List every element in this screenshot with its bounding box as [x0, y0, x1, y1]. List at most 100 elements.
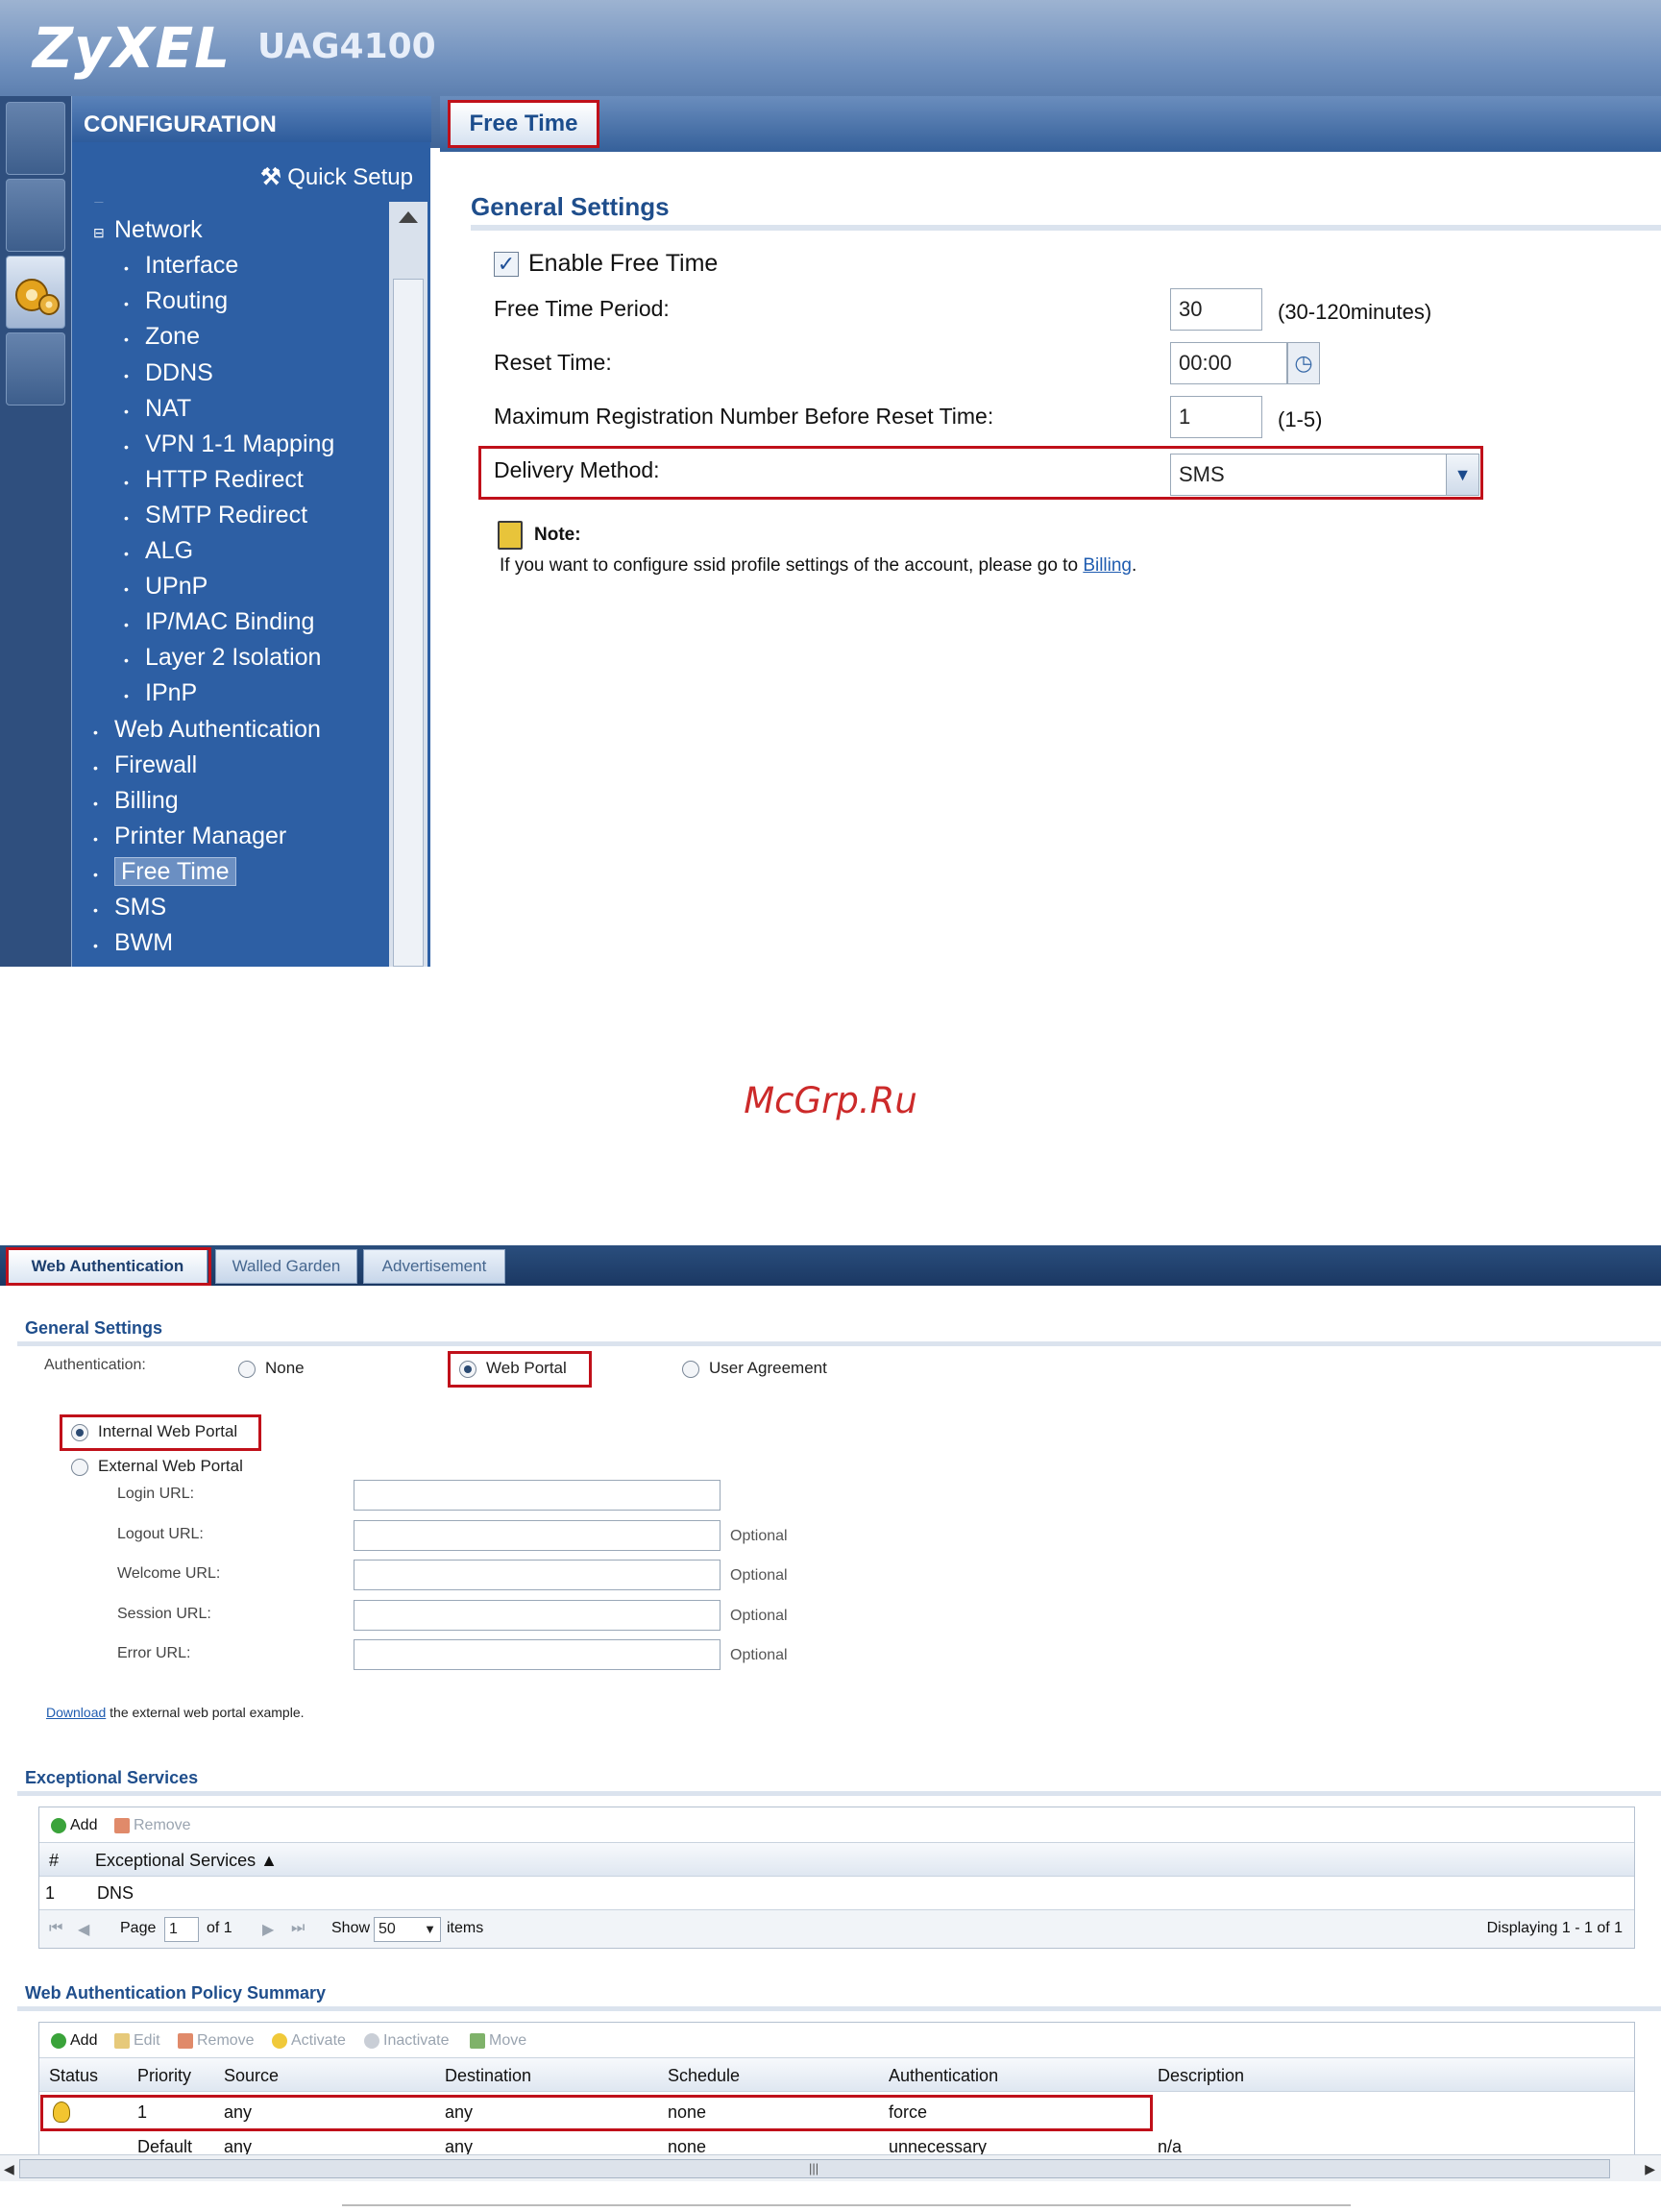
sidebar-item-firewall[interactable]: • Firewall [93, 751, 197, 784]
enable-free-time-row[interactable]: ✓ Enable Free Time [494, 250, 718, 278]
tab-advertisement[interactable]: Advertisement [363, 1249, 505, 1284]
radio-none[interactable] [238, 1360, 256, 1378]
url-input[interactable] [354, 1639, 721, 1670]
sidebar-item-wireless[interactable]: ⊞Wireless [93, 202, 207, 213]
sidebar-item-label: Network [114, 216, 203, 244]
policy-edit-label: Edit [134, 2032, 160, 2049]
auth-option-none[interactable]: None [238, 1359, 305, 1378]
dashboard-icon[interactable] [6, 102, 65, 175]
max-registration-input[interactable]: 1 [1170, 396, 1262, 438]
free-time-period-hint: (30-120minutes) [1278, 300, 1432, 324]
quick-setup-link[interactable]: ⚒ Quick Setup [260, 163, 413, 191]
download-link[interactable]: Download [46, 1705, 106, 1720]
scroll-left-icon[interactable]: ◀ [4, 2161, 14, 2177]
scroll-right-icon[interactable]: ▶ [1645, 2161, 1655, 2177]
last-page-icon[interactable]: ⏭ [291, 1920, 305, 1937]
sidebar-item-printer-manager[interactable]: • Printer Manager [93, 823, 286, 855]
sidebar-item-free-time[interactable]: • Free Time [93, 856, 236, 891]
radio-internal-portal[interactable] [71, 1423, 88, 1441]
sidebar-item-label: NAT [145, 394, 192, 422]
auth-option-user-agreement-label: User Agreement [709, 1359, 827, 1377]
policy-activate-button[interactable]: Activate [272, 2032, 346, 2050]
col-source[interactable]: Source [224, 2066, 279, 2086]
sidebar-item-http-redirect[interactable]: • HTTP Redirect [124, 466, 304, 499]
sidebar-item-upnp[interactable]: • UPnP [124, 573, 208, 605]
tab-free-time[interactable]: Free Time [448, 100, 599, 148]
col-schedule[interactable]: Schedule [668, 2066, 740, 2086]
sidebar-item-vpn-1-1-mapping[interactable]: • VPN 1-1 Mapping [124, 430, 334, 463]
configuration-gear-icon[interactable] [6, 256, 65, 329]
col-exceptional-services[interactable]: Exceptional Services ▲ [95, 1851, 278, 1871]
url-input[interactable] [354, 1519, 721, 1551]
sidebar-item-zone[interactable]: • Zone [124, 323, 200, 356]
first-page-icon[interactable]: ⏮ [49, 1920, 62, 1937]
section-divider [17, 1341, 1661, 1346]
scroll-thumb[interactable] [393, 279, 424, 967]
section-divider [471, 225, 1661, 231]
auth-option-user-agreement[interactable]: User Agreement [682, 1359, 827, 1378]
prev-page-icon[interactable]: ◀ [78, 1920, 89, 1939]
col-description[interactable]: Description [1158, 2066, 1244, 2086]
sidebar-item-billing[interactable]: • Billing [93, 787, 179, 820]
sidebar-item-ddns[interactable]: • DDNS [124, 359, 213, 392]
auth-option-web-portal[interactable]: Web Portal [459, 1359, 567, 1378]
sidebar-item-routing[interactable]: • Routing [124, 287, 228, 320]
sidebar-item-web-authentication[interactable]: • Web Authentication [93, 716, 321, 749]
policy-inactivate-button[interactable]: Inactivate [364, 2032, 449, 2050]
radio-external-portal[interactable] [71, 1458, 88, 1476]
policy-inactivate-label: Inactivate [383, 2032, 450, 2049]
section-title-general-settings: General Settings [25, 1318, 163, 1338]
horizontal-scrollbar[interactable]: ◀ ||| ▶ [0, 2154, 1661, 2181]
col-status[interactable]: Status [49, 2066, 98, 2086]
enable-free-time-checkbox[interactable]: ✓ [494, 252, 519, 278]
sidebar-item-network[interactable]: ⊟ Network [93, 216, 203, 249]
table-row[interactable]: 1 DNS [39, 1877, 1634, 1909]
policy-edit-button[interactable]: Edit [114, 2032, 160, 2050]
col-destination[interactable]: Destination [445, 2066, 531, 2086]
free-time-period-input[interactable]: 30 [1170, 288, 1262, 331]
policy-remove-button[interactable]: Remove [178, 2032, 255, 2050]
sidebar-item-interface[interactable]: • Interface [124, 252, 238, 284]
tab-walled-garden[interactable]: Walled Garden [215, 1249, 357, 1284]
chevron-down-icon[interactable]: ▼ [1446, 455, 1478, 495]
portal-option-internal[interactable]: Internal Web Portal [71, 1422, 237, 1441]
maintenance-icon[interactable] [6, 332, 65, 406]
url-input[interactable] [354, 1560, 721, 1590]
billing-link[interactable]: Billing [1083, 555, 1132, 576]
radio-user-agreement[interactable] [682, 1360, 699, 1378]
scroll-up-icon[interactable] [399, 211, 418, 223]
radio-web-portal[interactable] [459, 1360, 476, 1378]
delivery-method-select[interactable]: SMS ▼ [1170, 454, 1479, 496]
sidebar-item-alg[interactable]: • ALG [124, 537, 193, 570]
policy-add-button[interactable]: Add [51, 2032, 97, 2050]
sidebar-item-nat[interactable]: • NAT [124, 395, 191, 428]
page-size-select[interactable]: 50 ▼ [374, 1917, 441, 1942]
monitor-icon[interactable] [6, 179, 65, 252]
page-input[interactable]: 1 [164, 1917, 199, 1942]
sidebar-item-sms[interactable]: • SMS [93, 894, 166, 926]
policy-move-button[interactable]: Move [470, 2032, 526, 2050]
nav-scrollbar[interactable] [389, 202, 427, 967]
add-button[interactable]: Add [51, 1817, 97, 1834]
optional-hint: Optional [730, 1647, 788, 1663]
col-priority[interactable]: Priority [137, 2066, 191, 2086]
section-title-general-settings: General Settings [471, 192, 670, 221]
sidebar-item-ip-mac-binding[interactable]: • IP/MAC Binding [124, 608, 314, 641]
portal-option-external[interactable]: External Web Portal [71, 1457, 243, 1476]
next-page-icon[interactable]: ▶ [262, 1920, 274, 1939]
clock-icon[interactable]: ◷ [1287, 342, 1320, 384]
remove-button[interactable]: Remove [114, 1817, 191, 1834]
chevron-down-icon[interactable]: ▼ [424, 1918, 436, 1941]
col-authentication[interactable]: Authentication [889, 2066, 998, 2086]
bullet-icon: • [124, 546, 129, 561]
bullet-icon: • [124, 296, 129, 312]
url-input[interactable] [354, 1480, 721, 1511]
url-input[interactable] [354, 1599, 721, 1631]
bullet-icon: • [93, 759, 98, 775]
reset-time-input[interactable]: 00:00 [1170, 342, 1287, 384]
sidebar-item-smtp-redirect[interactable]: • SMTP Redirect [124, 502, 307, 534]
sidebar-item-bwm[interactable]: • BWM [93, 929, 173, 962]
sidebar-item-ipnp[interactable]: • IPnP [124, 679, 197, 712]
sidebar-item-layer-2-isolation[interactable]: • Layer 2 Isolation [124, 644, 321, 676]
sidebar-item-label: UPnP [145, 573, 208, 601]
